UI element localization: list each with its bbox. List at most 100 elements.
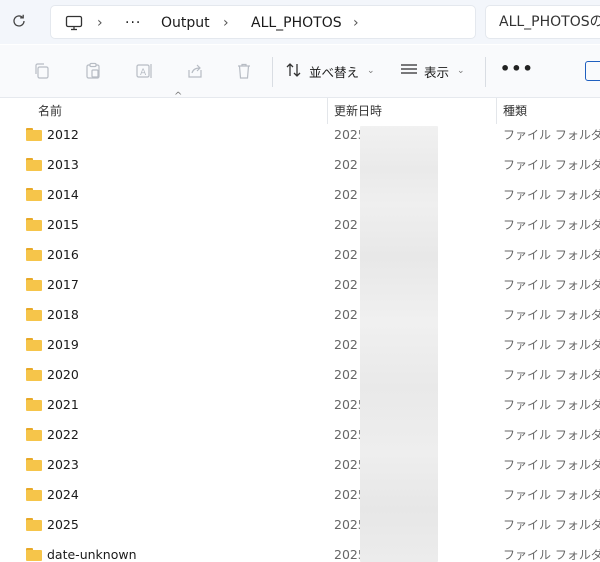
toolbar-divider bbox=[485, 57, 486, 87]
folder-icon bbox=[26, 398, 42, 411]
svg-text:A: A bbox=[140, 68, 147, 78]
chevron-right-icon[interactable]: › bbox=[97, 6, 103, 40]
folder-icon bbox=[26, 188, 42, 201]
table-row[interactable]: 2019 202 ファイル フォルダー bbox=[0, 330, 600, 360]
table-row[interactable]: 2018 202 ファイル フォルダー bbox=[0, 300, 600, 330]
folder-icon bbox=[26, 458, 42, 471]
file-list: 20122025ファイル フォルダー2013202ファイル フォルダー20142… bbox=[0, 120, 600, 562]
folder-icon bbox=[26, 308, 42, 321]
folder-icon bbox=[26, 428, 42, 441]
row-name: 2021 bbox=[47, 397, 79, 412]
chevron-down-icon: ⌄ bbox=[367, 66, 375, 76]
row-modified-date: 202 bbox=[334, 307, 358, 322]
row-type: ファイル フォルダー bbox=[503, 278, 600, 292]
row-type: ファイル フォルダー bbox=[503, 248, 600, 262]
row-name: 2015 bbox=[47, 217, 79, 232]
table-row[interactable]: 20122025ファイル フォルダー bbox=[0, 120, 600, 150]
row-type: ファイル フォルダー bbox=[503, 218, 600, 232]
row-name: 2019 bbox=[47, 337, 79, 352]
row-type: ファイル フォルダー bbox=[503, 488, 600, 502]
table-row[interactable]: 20222025,ファイル フォルダー bbox=[0, 420, 600, 450]
row-type: ファイル フォルダー bbox=[503, 518, 600, 532]
table-row[interactable]: 2013 202 ファイル フォルダー bbox=[0, 150, 600, 180]
row-type: ファイル フォルダー bbox=[503, 338, 600, 352]
table-row[interactable]: 2014 202 ファイル フォルダー bbox=[0, 180, 600, 210]
details-pane-icon[interactable] bbox=[585, 61, 600, 81]
paste-icon[interactable] bbox=[82, 60, 104, 82]
row-type: ファイル フォルダー bbox=[503, 128, 600, 142]
folder-icon bbox=[26, 278, 42, 291]
row-name: 2024 bbox=[47, 487, 79, 502]
view-button[interactable]: 表示 ⌄ bbox=[400, 59, 465, 83]
table-row[interactable]: 20242025/ファイル フォルダー bbox=[0, 480, 600, 510]
row-name: 2020 bbox=[47, 367, 79, 382]
share-icon[interactable] bbox=[184, 60, 206, 82]
row-type: ファイル フォルダー bbox=[503, 188, 600, 202]
table-row[interactable]: 2015 202 ファイル フォルダー bbox=[0, 210, 600, 240]
table-row[interactable]: date-unknown2025/ファイル フォルダー bbox=[0, 540, 600, 562]
toolbar-divider bbox=[272, 57, 273, 87]
folder-icon bbox=[26, 548, 42, 561]
view-label: 表示 bbox=[424, 64, 450, 80]
sort-icon bbox=[285, 62, 303, 81]
row-name: 2023 bbox=[47, 457, 79, 472]
folder-icon bbox=[26, 488, 42, 501]
folder-icon bbox=[26, 128, 42, 141]
row-type: ファイル フォルダー bbox=[503, 458, 600, 472]
row-name: 2013 bbox=[47, 157, 79, 172]
table-row[interactable]: 2020 202 ファイル フォルダー bbox=[0, 360, 600, 390]
row-type: ファイル フォルダー bbox=[503, 398, 600, 412]
chevron-right-icon[interactable]: › bbox=[353, 6, 359, 40]
folder-icon bbox=[26, 158, 42, 171]
search-input[interactable]: ALL_PHOTOSの検索 bbox=[485, 5, 600, 39]
address-bar-row: › ··· Output › ALL_PHOTOS › ALL_PHOTOSの検… bbox=[0, 0, 600, 44]
row-name: 2012 bbox=[47, 127, 79, 142]
folder-icon bbox=[26, 248, 42, 261]
row-modified-date: 202 bbox=[334, 337, 358, 352]
row-type: ファイル フォルダー bbox=[503, 548, 600, 562]
breadcrumb-item-all-photos[interactable]: ALL_PHOTOS bbox=[251, 6, 342, 40]
sort-label: 並べ替え bbox=[309, 64, 360, 80]
folder-icon bbox=[26, 218, 42, 231]
rename-icon[interactable]: A bbox=[133, 60, 155, 82]
command-toolbar: A 並べ替え ⌄ 表示 ⌄ ••• bbox=[0, 45, 600, 98]
view-list-icon bbox=[400, 63, 418, 80]
row-type: ファイル フォルダー bbox=[503, 158, 600, 172]
row-name: 2014 bbox=[47, 187, 79, 202]
row-modified-date: 202 bbox=[334, 157, 358, 172]
row-name: 2018 bbox=[47, 307, 79, 322]
copy-icon[interactable] bbox=[31, 60, 53, 82]
row-modified-date: 202 bbox=[334, 277, 358, 292]
row-type: ファイル フォルダー bbox=[503, 308, 600, 322]
folder-icon bbox=[26, 368, 42, 381]
folder-icon bbox=[26, 518, 42, 531]
table-row[interactable]: 20212025ファイル フォルダー bbox=[0, 390, 600, 420]
row-type: ファイル フォルダー bbox=[503, 428, 600, 442]
table-row[interactable]: 2017 202 ファイル フォルダー bbox=[0, 270, 600, 300]
row-name: 2016 bbox=[47, 247, 79, 262]
delete-icon[interactable] bbox=[233, 60, 255, 82]
breadcrumb[interactable]: › ··· Output › ALL_PHOTOS › bbox=[50, 5, 476, 39]
refresh-icon[interactable] bbox=[8, 8, 30, 34]
row-modified-date: 202 bbox=[334, 217, 358, 232]
row-name: date-unknown bbox=[47, 547, 137, 562]
table-row[interactable]: 20232025/ファイル フォルダー bbox=[0, 450, 600, 480]
folder-icon bbox=[26, 338, 42, 351]
row-name: 2025 bbox=[47, 517, 79, 532]
row-modified-date: 202 bbox=[334, 247, 358, 262]
this-pc-icon[interactable] bbox=[63, 6, 85, 40]
table-row[interactable]: 2016 202 ファイル フォルダー bbox=[0, 240, 600, 270]
breadcrumb-overflow[interactable]: ··· bbox=[125, 6, 141, 40]
chevron-right-icon[interactable]: › bbox=[223, 6, 229, 40]
chevron-down-icon: ⌄ bbox=[457, 66, 465, 76]
row-type: ファイル フォルダー bbox=[503, 368, 600, 382]
table-row[interactable]: 20252025/ファイル フォルダー bbox=[0, 510, 600, 540]
redacted-date-region bbox=[360, 126, 438, 562]
row-name: 2022 bbox=[47, 427, 79, 442]
breadcrumb-item-output[interactable]: Output bbox=[161, 6, 210, 40]
row-name: 2017 bbox=[47, 277, 79, 292]
row-modified-date: 202 bbox=[334, 187, 358, 202]
more-options-button[interactable]: ••• bbox=[500, 59, 534, 83]
row-modified-date: 202 bbox=[334, 367, 358, 382]
sort-button[interactable]: 並べ替え ⌄ bbox=[285, 59, 375, 83]
